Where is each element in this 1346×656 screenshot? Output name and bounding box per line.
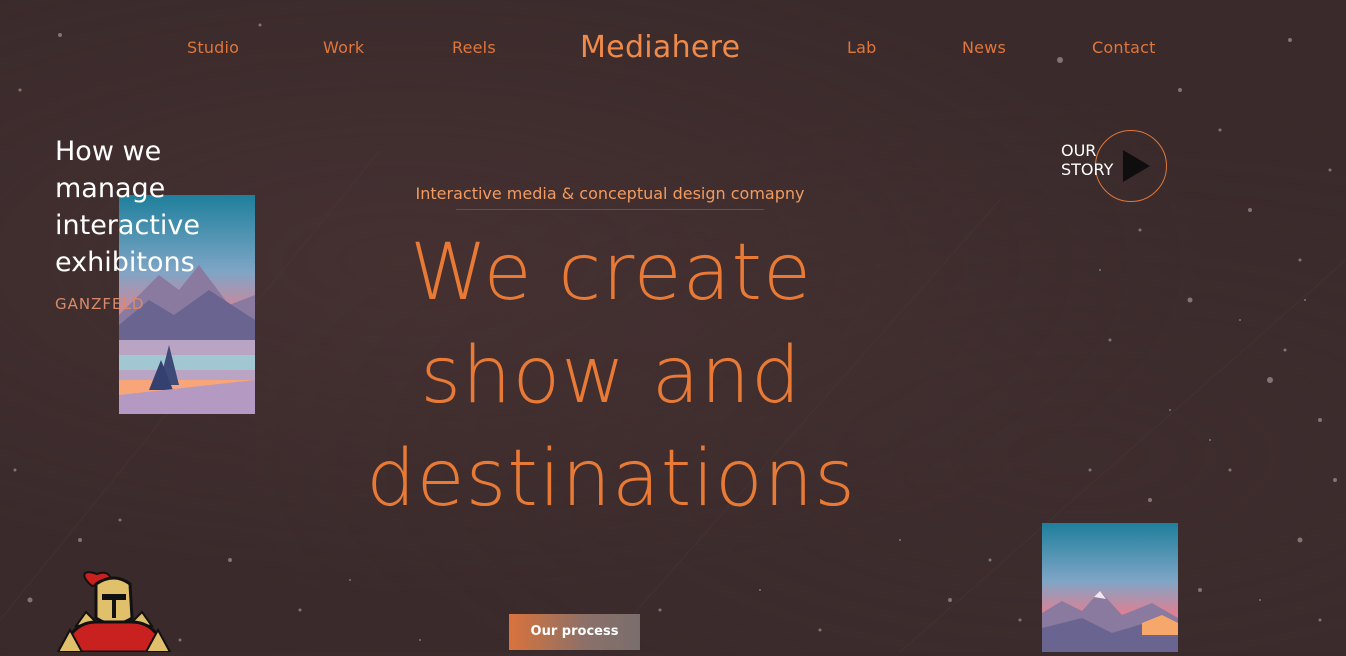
nav-link-reels[interactable]: Reels [452, 38, 496, 57]
side-heading: How we manage interactive exhibitons [55, 133, 255, 281]
brand-logo-text[interactable]: Mediahere [580, 30, 740, 65]
side-subtitle: GANZFELD [55, 295, 145, 313]
hero-headline-line: destinations [366, 434, 856, 524]
nav-link-lab[interactable]: Lab [847, 38, 876, 57]
mountain-sunset-thumbnail[interactable] [1042, 523, 1178, 652]
hero-headline-line: show and [420, 331, 802, 421]
our-process-button[interactable]: Our process [509, 614, 640, 650]
side-heading-line: interactive [55, 210, 200, 241]
nav-link-work[interactable]: Work [323, 38, 364, 57]
side-heading-line: How we [55, 136, 162, 167]
our-story-button[interactable]: OUR STORY [1061, 130, 1171, 202]
side-heading-line: exhibitons [55, 247, 195, 278]
nav-link-news[interactable]: News [962, 38, 1006, 57]
story-label-line: OUR [1061, 141, 1097, 160]
play-icon [1123, 150, 1150, 182]
nav-link-studio[interactable]: Studio [187, 38, 239, 57]
knight-mascot-logo[interactable] [52, 568, 182, 656]
side-heading-line: manage [55, 173, 166, 204]
story-label-line: STORY [1061, 160, 1114, 179]
tagline-divider [456, 209, 764, 210]
nav-link-contact[interactable]: Contact [1092, 38, 1156, 57]
main-navigation: Studio Work Reels Mediahere Lab News Con… [0, 30, 1346, 65]
story-label: OUR STORY [1061, 141, 1113, 179]
